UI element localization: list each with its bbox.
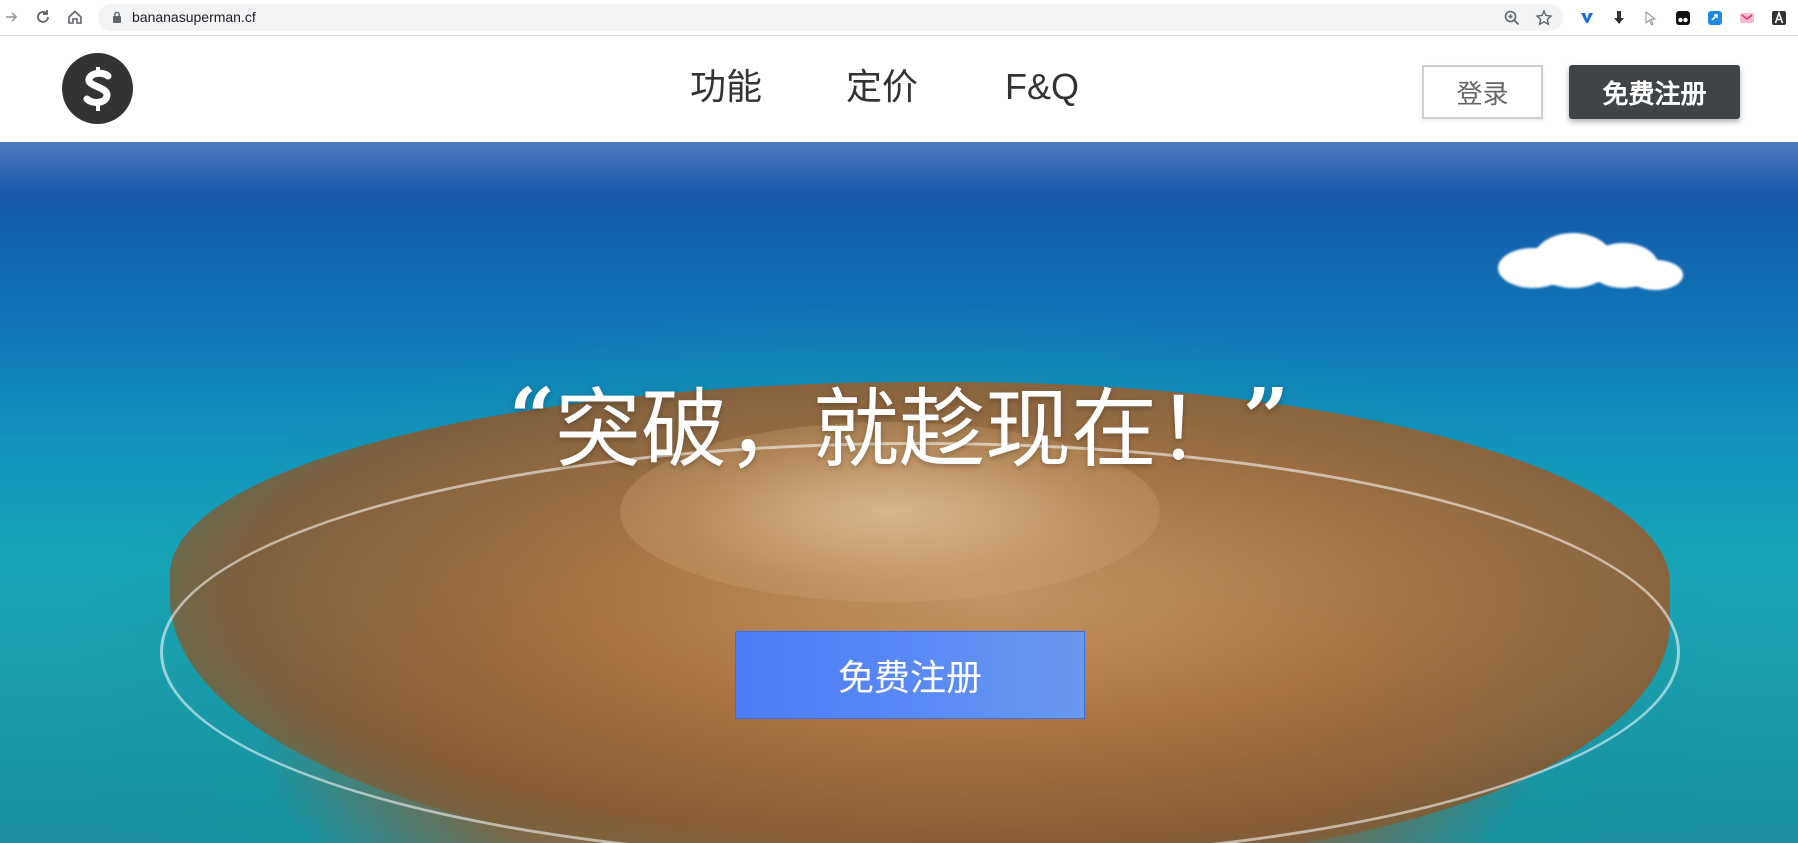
- hero-headline: “突破，就趁现在！”: [0, 370, 1798, 481]
- forward-arrow-icon[interactable]: [1, 6, 23, 28]
- browser-toolbar: bananasuperman.cf: [0, 0, 1798, 36]
- star-icon[interactable]: [1535, 9, 1553, 27]
- open-quote: “: [508, 370, 555, 464]
- hero-headline-text: 突破，就趁现在！: [555, 382, 1243, 478]
- home-icon[interactable]: [64, 6, 86, 28]
- hero-signup-button[interactable]: 免费注册: [735, 631, 1085, 719]
- login-button[interactable]: 登录: [1422, 65, 1543, 119]
- zoom-icon[interactable]: [1503, 9, 1521, 27]
- url-text[interactable]: bananasuperman.cf: [132, 8, 256, 27]
- hero-section: “突破，就趁现在！” 免费注册: [0, 142, 1798, 843]
- logo[interactable]: [62, 53, 133, 124]
- nav-link-features[interactable]: 功能: [690, 65, 762, 109]
- hero-horizon: [0, 142, 1798, 222]
- address-bar[interactable]: bananasuperman.cf: [98, 4, 1563, 31]
- nav-link-faq[interactable]: F&Q: [1005, 65, 1079, 109]
- font-extension-icon[interactable]: [1770, 9, 1788, 27]
- close-quote: ”: [1243, 370, 1290, 464]
- reload-icon[interactable]: [32, 6, 54, 28]
- vpn-extension-icon[interactable]: [1578, 9, 1596, 27]
- logo-s-icon: [83, 66, 111, 111]
- hero-cloud-image: [1488, 228, 1688, 298]
- tampermonkey-extension-icon[interactable]: [1674, 9, 1692, 27]
- cursor-extension-icon[interactable]: [1642, 9, 1660, 27]
- nav-link-pricing[interactable]: 定价: [846, 65, 918, 109]
- pink-extension-icon[interactable]: [1738, 9, 1756, 27]
- signup-button[interactable]: 免费注册: [1569, 65, 1740, 119]
- download-extension-icon[interactable]: [1610, 9, 1628, 27]
- lock-icon: [113, 11, 121, 23]
- site-header: 功能 定价 F&Q 登录 免费注册: [0, 37, 1798, 142]
- sync-extension-icon[interactable]: [1706, 9, 1724, 27]
